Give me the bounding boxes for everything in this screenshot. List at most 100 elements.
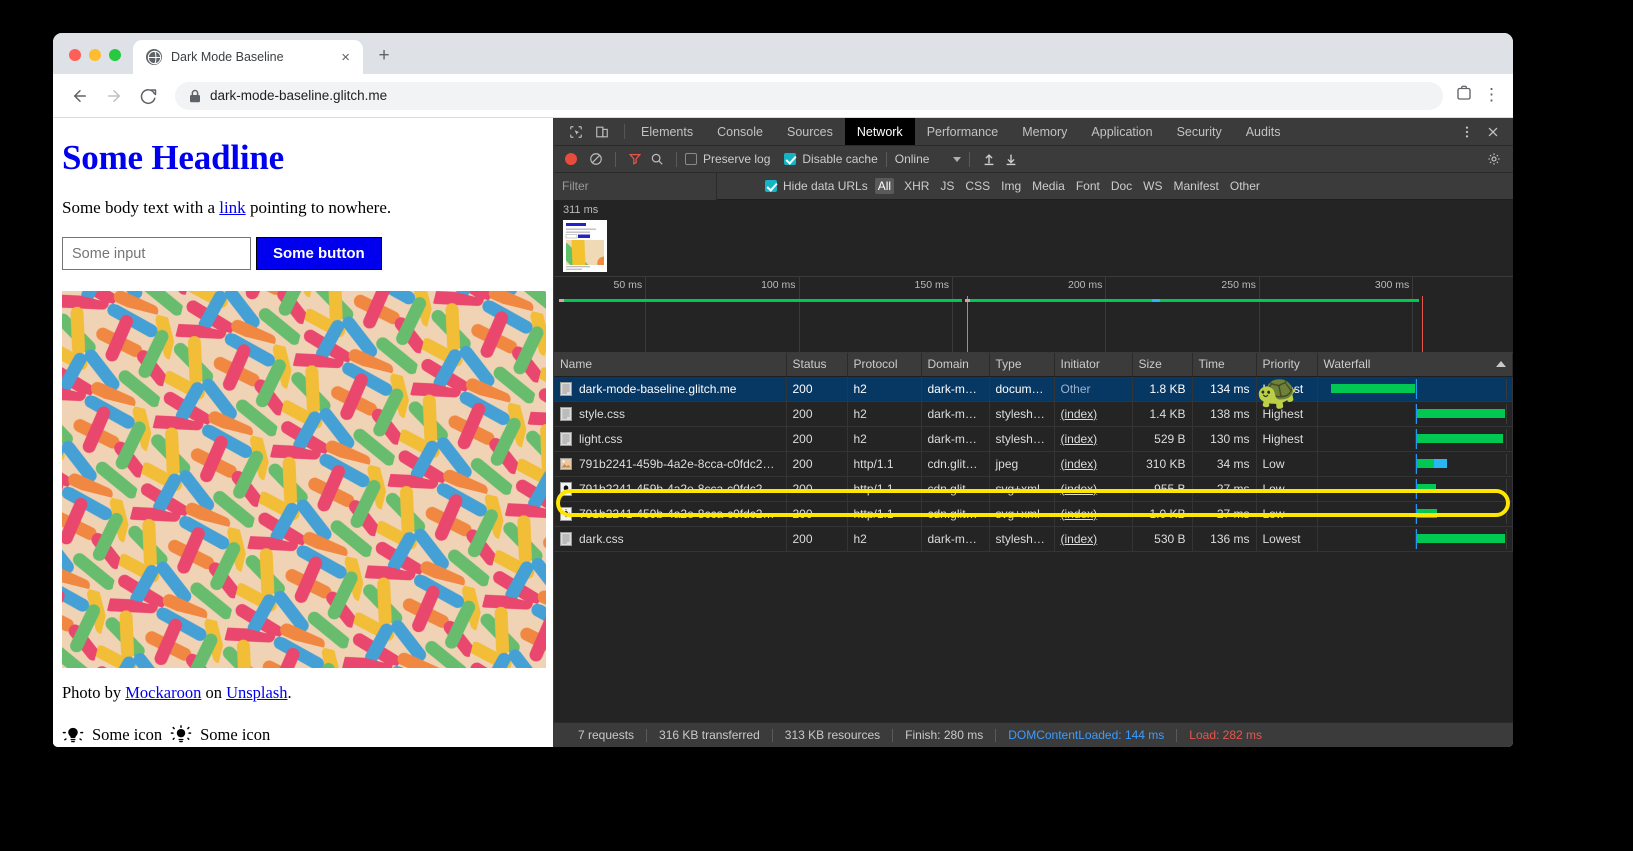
column-header-initiator[interactable]: Initiator xyxy=(1054,353,1132,376)
cell-size: 530 B xyxy=(1132,526,1192,551)
reload-button[interactable] xyxy=(133,81,163,111)
toolbar-divider-5 xyxy=(886,152,887,167)
record-button[interactable] xyxy=(565,153,577,165)
throttling-select[interactable]: Online xyxy=(895,152,962,166)
inspect-element-icon[interactable] xyxy=(564,120,588,144)
column-header-time[interactable]: Time xyxy=(1192,353,1256,376)
cell-name: light.css xyxy=(554,426,786,451)
toolbar-divider xyxy=(624,124,625,139)
body-link[interactable]: link xyxy=(219,198,245,217)
type-filter-xhr[interactable]: XHR xyxy=(904,179,929,193)
waterfall-bar xyxy=(1416,434,1504,443)
devtools-tab-elements[interactable]: Elements xyxy=(629,118,705,145)
request-name: style.css xyxy=(579,407,625,421)
devtools-more-icon[interactable] xyxy=(1455,120,1479,144)
export-har-icon[interactable] xyxy=(1000,148,1022,170)
initiator-link[interactable]: (index) xyxy=(1061,407,1098,421)
table-row[interactable]: 791b2241-459b-4a2e-8cca-c0fdc2… 200 http… xyxy=(554,451,1513,476)
devtools-tab-memory[interactable]: Memory xyxy=(1010,118,1079,145)
browser-menu-icon[interactable]: ⋮ xyxy=(1483,90,1499,100)
close-window-button[interactable] xyxy=(69,49,81,61)
column-header-protocol[interactable]: Protocol xyxy=(847,353,921,376)
timeline-tick-300: 300 ms xyxy=(1375,279,1409,291)
initiator-link[interactable]: (index) xyxy=(1061,482,1098,496)
waterfall-bar xyxy=(1416,534,1505,543)
timeline-bar-document xyxy=(564,299,962,302)
waterfall-bar-download xyxy=(1434,459,1446,468)
back-button[interactable] xyxy=(65,81,95,111)
some-input-field[interactable] xyxy=(62,237,251,270)
cell-protocol: h2 xyxy=(847,526,921,551)
cell-protocol: http/1.1 xyxy=(847,501,921,526)
cell-protocol: http/1.1 xyxy=(847,451,921,476)
hide-data-urls-checkbox[interactable]: Hide data URLs xyxy=(765,179,868,193)
cell-waterfall xyxy=(1317,401,1513,426)
type-filter-other[interactable]: Other xyxy=(1230,179,1260,193)
devtools-tab-security[interactable]: Security xyxy=(1165,118,1234,145)
table-row[interactable]: 791b2241-459b-4a2e-8cca-c0fdc2… 200 http… xyxy=(554,501,1513,526)
address-bar[interactable]: dark-mode-baseline.glitch.me xyxy=(175,82,1443,110)
extension-icon[interactable] xyxy=(1455,84,1473,107)
minimize-window-button[interactable] xyxy=(89,49,101,61)
cell-name: 791b2241-459b-4a2e-8cca-c0fdc2… xyxy=(554,501,786,526)
devtools-tab-application[interactable]: Application xyxy=(1079,118,1164,145)
filmstrip-graphic xyxy=(563,220,607,272)
devtools-close-icon[interactable] xyxy=(1481,120,1505,144)
browser-tab[interactable]: Dark Mode Baseline × xyxy=(133,40,363,74)
devtools-tab-console[interactable]: Console xyxy=(705,118,775,145)
type-filter-doc[interactable]: Doc xyxy=(1111,179,1132,193)
type-filter-ws[interactable]: WS xyxy=(1143,179,1162,193)
initiator-link[interactable]: (index) xyxy=(1061,507,1098,521)
type-filter-font[interactable]: Font xyxy=(1076,179,1100,193)
filter-input[interactable] xyxy=(554,173,717,200)
close-tab-icon[interactable]: × xyxy=(338,48,353,67)
some-button[interactable]: Some button xyxy=(256,237,382,270)
devtools-tab-performance[interactable]: Performance xyxy=(915,118,1011,145)
new-tab-button[interactable]: + xyxy=(370,42,398,70)
initiator-link[interactable]: (index) xyxy=(1061,457,1098,471)
maximize-window-button[interactable] xyxy=(109,49,121,61)
caption-link-mockaroon[interactable]: Mockaroon xyxy=(125,683,201,702)
requests-table-container[interactable]: Name Status Protocol Domain Type Initiat… xyxy=(554,353,1513,722)
table-row[interactable]: light.css 200 h2 dark-mo… stylesheet (in… xyxy=(554,426,1513,451)
initiator-link[interactable]: (index) xyxy=(1061,432,1098,446)
column-header-name[interactable]: Name xyxy=(554,353,786,376)
type-filter-img[interactable]: Img xyxy=(1001,179,1021,193)
lightbulb-bright-icon xyxy=(170,724,192,746)
devtools-tab-network[interactable]: Network xyxy=(845,118,915,145)
table-row[interactable]: 791b2241-459b-4a2e-8cca-c0fdc2… 200 http… xyxy=(554,476,1513,501)
preserve-log-checkbox[interactable]: Preserve log xyxy=(685,152,770,166)
column-header-domain[interactable]: Domain xyxy=(921,353,989,376)
caption-link-unsplash[interactable]: Unsplash xyxy=(226,683,287,702)
request-name: dark-mode-baseline.glitch.me xyxy=(579,382,736,396)
network-timeline: 50 ms 100 ms 150 ms 200 ms 250 ms 300 ms xyxy=(554,277,1513,353)
forward-button[interactable] xyxy=(99,81,129,111)
table-row[interactable]: style.css 200 h2 dark-mo… stylesheet (in… xyxy=(554,401,1513,426)
toggle-device-toolbar-icon[interactable] xyxy=(590,120,614,144)
waterfall-cell xyxy=(1324,404,1507,424)
settings-gear-icon[interactable] xyxy=(1483,148,1505,170)
devtools-tab-audits[interactable]: Audits xyxy=(1234,118,1293,145)
type-filter-all[interactable]: All xyxy=(875,178,894,194)
filter-icon[interactable] xyxy=(624,148,646,170)
type-filter-js[interactable]: JS xyxy=(940,179,954,193)
column-header-size[interactable]: Size xyxy=(1132,353,1192,376)
type-filter-css[interactable]: CSS xyxy=(965,179,990,193)
devtools-tab-sources[interactable]: Sources xyxy=(775,118,845,145)
column-header-waterfall[interactable]: Waterfall xyxy=(1317,353,1513,376)
table-row[interactable]: dark-mode-baseline.glitch.me 200 h2 dark… xyxy=(554,376,1513,401)
caption-pre: Photo by xyxy=(62,683,125,702)
disable-cache-checkbox[interactable]: Disable cache xyxy=(784,152,877,166)
cell-type: jpeg xyxy=(989,451,1054,476)
waterfall-cell xyxy=(1324,504,1507,524)
clear-icon[interactable] xyxy=(585,148,607,170)
initiator-link[interactable]: (index) xyxy=(1061,532,1098,546)
column-header-type[interactable]: Type xyxy=(989,353,1054,376)
table-row[interactable]: dark.css 200 h2 dark-mo… stylesheet (ind… xyxy=(554,526,1513,551)
type-filter-manifest[interactable]: Manifest xyxy=(1174,179,1219,193)
search-icon[interactable] xyxy=(646,148,668,170)
type-filter-media[interactable]: Media xyxy=(1032,179,1065,193)
import-har-icon[interactable] xyxy=(978,148,1000,170)
filmstrip-thumbnail[interactable] xyxy=(563,220,607,272)
column-header-status[interactable]: Status xyxy=(786,353,847,376)
